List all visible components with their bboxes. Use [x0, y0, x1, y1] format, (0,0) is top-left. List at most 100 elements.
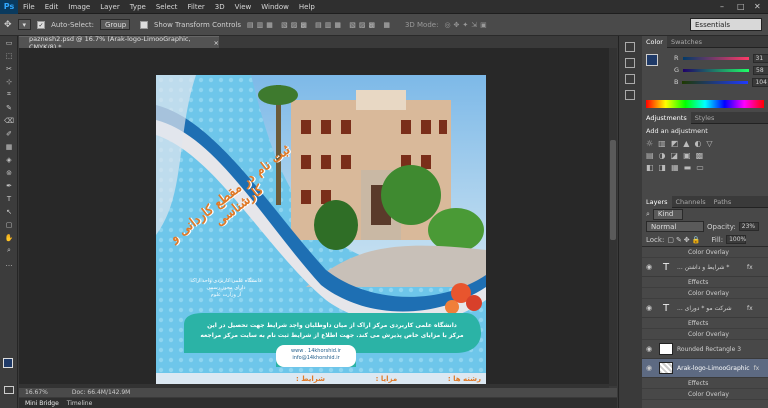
blue-slider[interactable]	[682, 80, 749, 84]
layer-filter-row: ⌕ Kind	[642, 208, 768, 220]
tab-swatches[interactable]: Swatches	[667, 38, 706, 46]
align-icons[interactable]: ▤▥▦ ▧▨▩ ▤▥▦ ▧▨▩ ▦	[247, 21, 393, 29]
3d-mode-icons[interactable]: ◎✥✦⇲▣	[444, 21, 489, 29]
menu-file[interactable]: File	[18, 3, 40, 11]
green-slider[interactable]	[683, 68, 750, 72]
auto-select-dropdown[interactable]: Group	[99, 19, 130, 30]
tab-styles[interactable]: Styles	[691, 114, 719, 122]
blue-value[interactable]: 104	[752, 77, 768, 87]
lock-icons[interactable]: ▢✎✥🔒	[667, 236, 702, 244]
menu-select[interactable]: Select	[151, 3, 183, 11]
layer-row-selected[interactable]: ◉ Arak-logo-LimooGraphic fx	[642, 359, 768, 378]
tab-timeline[interactable]: Timeline	[67, 400, 93, 407]
layer-effect-row[interactable]: Color Overlay	[642, 389, 768, 400]
shape-tool-icon[interactable]: ▢	[0, 218, 18, 231]
sub-line-1: دانشگاه علمی کاربردی واحد اراک	[190, 278, 262, 284]
hand-tool-icon[interactable]: ✋	[0, 231, 18, 244]
tab-paths[interactable]: Paths	[710, 198, 736, 206]
menu-3d[interactable]: 3D	[210, 3, 230, 11]
character-icon[interactable]	[625, 90, 635, 100]
eraser-icon[interactable]: ⊚	[0, 166, 18, 179]
tab-channels[interactable]: Channels	[672, 198, 710, 206]
menu-view[interactable]: View	[230, 3, 257, 11]
menu-layer[interactable]: Layer	[95, 3, 125, 11]
crop-tool-icon[interactable]: ⌗	[0, 88, 18, 101]
eye-icon[interactable]: ◉	[646, 364, 655, 372]
tool-preset-picker[interactable]: ▾	[17, 19, 32, 30]
layer-effect-row[interactable]: Color Overlay	[642, 247, 768, 258]
layer-row[interactable]: ◉ T ... شرکت مو * دورای fx	[642, 299, 768, 318]
close-doc-icon[interactable]: ×	[214, 39, 219, 47]
menu-filter[interactable]: Filter	[182, 3, 209, 11]
tab-layers[interactable]: Layers	[642, 195, 672, 208]
move-tool-icon[interactable]: ✥	[4, 20, 12, 30]
fx-icon[interactable]: fx	[754, 365, 760, 372]
eye-icon[interactable]: ◉	[646, 304, 655, 312]
document-canvas[interactable]: ثبت نام در مقطع کاردانی و کارشناسی دانشگ…	[156, 75, 486, 387]
path-select-icon[interactable]: ↖	[0, 205, 18, 218]
vertical-scroll-thumb[interactable]	[610, 140, 616, 240]
green-value[interactable]: 58	[753, 65, 768, 75]
layer-effect-row[interactable]: Color Overlay	[642, 288, 768, 299]
tab-adjustments[interactable]: Adjustments	[642, 111, 691, 124]
auto-select-checkbox[interactable]: ✓	[37, 20, 46, 29]
properties-icon[interactable]	[625, 74, 635, 84]
minimize-icon[interactable]: –	[720, 2, 724, 11]
quick-mask-icon[interactable]	[4, 386, 14, 394]
menu-window[interactable]: Window	[256, 3, 294, 11]
brush-tool-icon[interactable]: ✐	[0, 127, 18, 140]
filter-kind-dropdown[interactable]: Kind	[652, 208, 683, 220]
zoom-tool-icon[interactable]: ⌕	[0, 244, 18, 257]
show-transform-checkbox[interactable]	[139, 20, 148, 29]
history-brush-icon[interactable]: ◈	[0, 153, 18, 166]
more-tools-icon[interactable]: …	[0, 257, 18, 270]
layer-effect-row[interactable]: Effects	[642, 378, 768, 389]
healing-brush-icon[interactable]: ⌫	[0, 114, 18, 127]
layer-row[interactable]: ◉ T ... شرایط و داشتن * fx	[642, 258, 768, 277]
contact-info: www . 14khorshid.ir info@14khorshid.ir	[276, 348, 356, 362]
layer-effect-label: Effects	[688, 379, 709, 387]
layer-effect-label: Color Overlay	[688, 248, 729, 256]
menu-image[interactable]: Image	[63, 3, 95, 11]
photoshop-logo: Ps	[0, 0, 18, 14]
adjustment-icons[interactable]: ☼▥◩▲◐▽ ▤◑◪▣▩ ◧◨▦▬▭	[646, 138, 764, 174]
workspace-dropdown[interactable]: Essentials	[690, 18, 762, 31]
layer-effect-row[interactable]: Effects	[642, 318, 768, 329]
fill-value[interactable]: 100%	[726, 235, 746, 244]
eye-icon[interactable]: ◉	[646, 263, 655, 271]
opacity-value[interactable]: 23%	[738, 222, 759, 231]
document-tab[interactable]: paznesh2.psd @ 16.7% (Arak-logo-LimooGra…	[19, 35, 219, 51]
tab-mini-bridge[interactable]: Mini Bridge	[25, 400, 59, 407]
foreground-color-swatch[interactable]	[3, 358, 13, 368]
color-fg-swatch[interactable]	[646, 54, 658, 66]
layer-effect-row[interactable]: Color Overlay	[642, 329, 768, 340]
red-value[interactable]: 31	[752, 53, 768, 63]
doc-info[interactable]: Doc: 66.4M/142.9M	[72, 389, 130, 396]
eye-icon[interactable]: ◉	[646, 345, 655, 353]
actions-icon[interactable]	[625, 58, 635, 68]
menu-type[interactable]: Type	[125, 3, 151, 11]
menu-help[interactable]: Help	[294, 3, 320, 11]
tab-color[interactable]: Color	[642, 35, 667, 48]
vertical-scrollbar[interactable]	[609, 48, 617, 386]
lasso-tool-icon[interactable]: ✂	[0, 62, 18, 75]
pen-tool-icon[interactable]: ✒	[0, 179, 18, 192]
eyedropper-icon[interactable]: ✎	[0, 101, 18, 114]
history-icon[interactable]	[625, 42, 635, 52]
layer-effect-row[interactable]: Effects	[642, 277, 768, 288]
close-icon[interactable]: ✕	[754, 2, 761, 11]
magic-wand-icon[interactable]: ⊹	[0, 75, 18, 88]
layer-row[interactable]: ◉ Rounded Rectangle 3	[642, 340, 768, 359]
blend-mode-dropdown[interactable]: Normal	[646, 221, 704, 232]
marquee-tool-icon[interactable]: ⬚	[0, 49, 18, 62]
zoom-level[interactable]: 16.67%	[25, 389, 48, 396]
red-slider[interactable]	[682, 56, 749, 60]
fx-icon[interactable]: fx	[747, 264, 753, 271]
move-tool-icon[interactable]: ▭	[0, 36, 18, 49]
type-tool-icon[interactable]: T	[0, 192, 18, 205]
menu-edit[interactable]: Edit	[40, 3, 64, 11]
color-spectrum[interactable]	[646, 100, 764, 108]
fx-icon[interactable]: fx	[747, 305, 753, 312]
maximize-icon[interactable]: □	[737, 2, 745, 11]
clone-stamp-icon[interactable]: ▦	[0, 140, 18, 153]
